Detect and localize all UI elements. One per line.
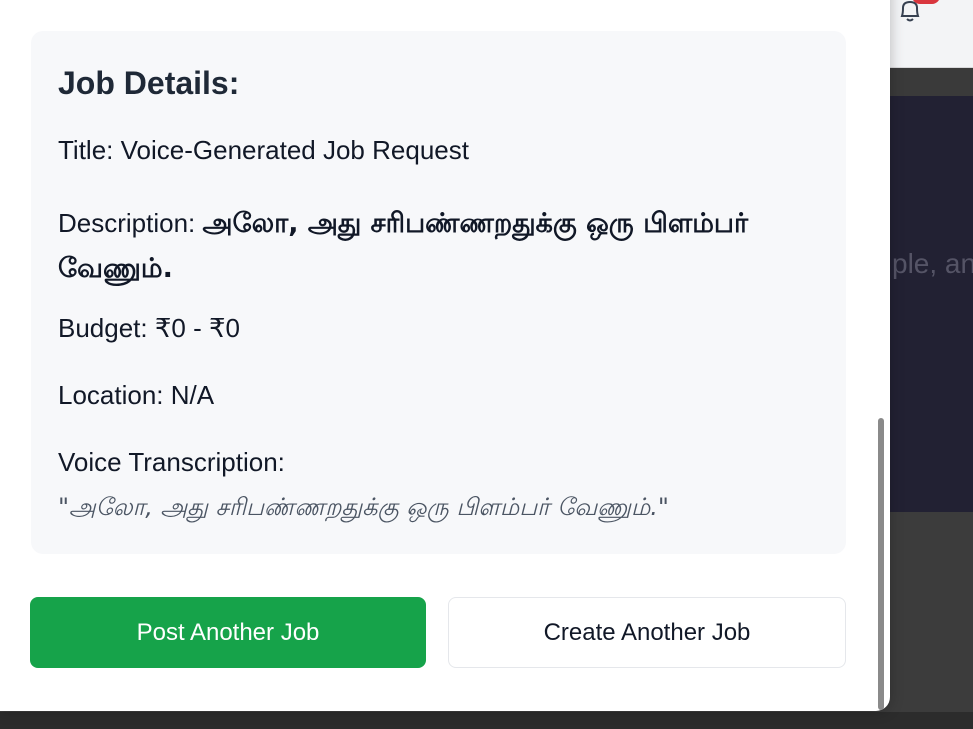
modal-scrollbar-thumb[interactable] [878, 418, 884, 710]
job-budget-value: ₹0 - ₹0 [154, 313, 240, 343]
job-location-label: Location: [58, 380, 164, 410]
job-location-value: N/A [170, 380, 215, 410]
job-budget-label: Budget: [58, 313, 148, 343]
job-description-line: Description: அலோ, அது சரிபண்ணறதுக்கு ஒரு… [58, 201, 818, 291]
job-success-modal: Job Details: Title: Voice-Generated Job … [0, 0, 890, 711]
create-another-job-button[interactable]: Create Another Job [448, 597, 846, 668]
job-title-line: Title: Voice-Generated Job Request [58, 135, 469, 166]
background-footer [0, 712, 973, 729]
background-hero-text: ple, an [892, 248, 973, 279]
job-details-card: Job Details: Title: Voice-Generated Job … [31, 31, 846, 554]
job-budget-line: Budget: ₹0 - ₹0 [58, 313, 240, 344]
voice-transcription-label: Voice Transcription: [58, 447, 285, 477]
post-another-job-button[interactable]: Post Another Job [30, 597, 426, 668]
job-location-line: Location: N/A [58, 380, 214, 411]
job-description-label: Description: [58, 208, 196, 238]
job-details-heading: Job Details: [58, 65, 240, 101]
voice-transcription-value: "அலோ, அது சரிபண்ணறதுக்கு ஒரு பிளம்பர் வே… [58, 493, 669, 521]
job-title-value: Voice-Generated Job Request [120, 135, 469, 165]
job-title-label: Title: [58, 135, 114, 165]
